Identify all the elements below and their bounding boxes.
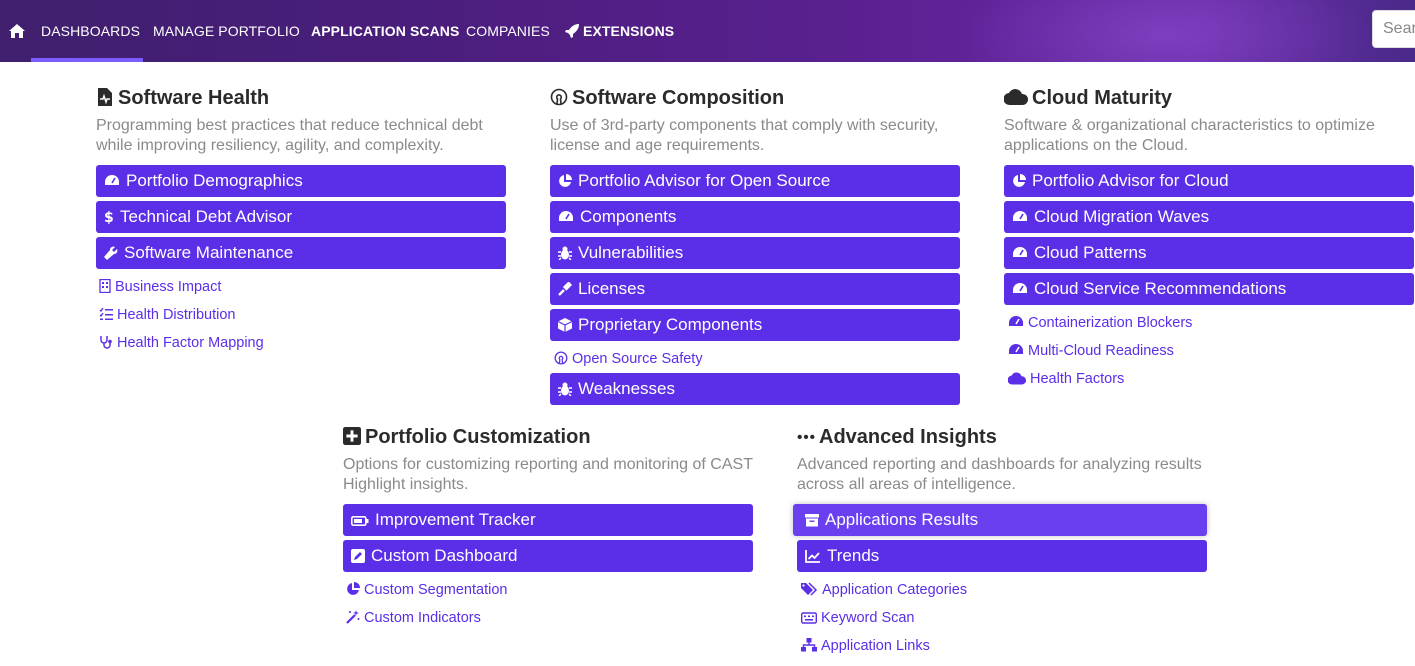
pie-chart-icon	[347, 582, 360, 595]
portfolio-advisor-cloud-button[interactable]: Portfolio Advisor for Cloud	[1004, 165, 1414, 197]
gauge-icon	[1013, 211, 1027, 221]
custom-segmentation-link[interactable]: Custom Segmentation	[346, 580, 507, 600]
edit-square-icon	[351, 549, 365, 563]
pie-chart-icon	[1013, 174, 1026, 187]
custom-dashboard-button[interactable]: Custom Dashboard	[343, 540, 753, 572]
nav-active-indicator	[31, 58, 143, 62]
trends-button[interactable]: Trends	[797, 540, 1207, 572]
svg-text:$: $	[104, 210, 114, 224]
cloud-icon	[1004, 89, 1028, 106]
gauge-icon	[105, 175, 119, 185]
gauge-icon	[1013, 247, 1027, 257]
gauge-icon	[1009, 316, 1023, 326]
multi-cloud-readiness-link[interactable]: Multi-Cloud Readiness	[1008, 341, 1174, 361]
wrench-icon	[104, 246, 118, 260]
home-icon[interactable]	[9, 0, 27, 62]
section-title: Cloud Maturity	[1004, 86, 1414, 110]
applications-results-button[interactable]: Applications Results	[793, 504, 1207, 536]
tags-icon	[801, 582, 818, 596]
magic-wand-icon	[346, 610, 360, 624]
keyword-scan-link[interactable]: Keyword Scan	[801, 608, 915, 628]
section-description: Software & organizational characteristic…	[1004, 117, 1375, 154]
line-chart-icon	[805, 550, 820, 563]
proprietary-components-button[interactable]: Proprietary Components	[550, 309, 960, 341]
top-navbar: DASHBOARDS MANAGE PORTFOLIO APPLICATION …	[0, 0, 1415, 62]
licenses-button[interactable]: Licenses	[550, 273, 960, 305]
section-title: Software Composition	[550, 86, 970, 110]
portfolio-advisor-open-source-button[interactable]: Portfolio Advisor for Open Source	[550, 165, 960, 197]
section-description: Options for customizing reporting and mo…	[343, 456, 753, 493]
cloud-patterns-button[interactable]: Cloud Patterns	[1004, 237, 1414, 269]
gavel-icon	[558, 282, 572, 296]
building-icon	[99, 279, 111, 293]
section-title: Portfolio Customization	[343, 425, 753, 449]
technical-debt-advisor-button[interactable]: $ Technical Debt Advisor	[96, 201, 506, 233]
cloud-migration-waves-button[interactable]: Cloud Migration Waves	[1004, 201, 1414, 233]
open-source-safety-link[interactable]: Open Source Safety	[554, 349, 703, 369]
nav-manage-portfolio[interactable]: MANAGE PORTFOLIO	[153, 0, 300, 62]
section-description: Advanced reporting and dashboards for an…	[797, 456, 1202, 493]
gauge-icon	[1009, 344, 1023, 354]
dollar-icon: $	[104, 210, 114, 224]
health-factor-mapping-link[interactable]: Health Factor Mapping	[99, 333, 264, 353]
gauge-icon	[559, 211, 573, 221]
navbar-glow	[955, 0, 1375, 62]
section-software-health: Software Health Programming best practic…	[96, 86, 516, 156]
portfolio-demographics-button[interactable]: Portfolio Demographics	[96, 165, 506, 197]
section-cloud-maturity: Cloud Maturity Software & organizational…	[1004, 86, 1414, 156]
section-software-composition: Software Composition Use of 3rd-party co…	[550, 86, 970, 156]
open-source-icon	[550, 88, 568, 106]
nav-extensions-label: EXTENSIONS	[583, 23, 675, 39]
vulnerabilities-button[interactable]: Vulnerabilities	[550, 237, 960, 269]
nav-companies[interactable]: COMPANIES	[466, 0, 550, 62]
nav-dashboards[interactable]: DASHBOARDS	[41, 0, 140, 62]
pie-chart-icon	[559, 174, 572, 187]
file-medical-icon	[98, 88, 112, 106]
bug-icon	[558, 382, 572, 396]
business-impact-link[interactable]: Business Impact	[99, 277, 221, 297]
ellipsis-icon	[797, 434, 815, 440]
section-title: Software Health	[96, 86, 516, 110]
improvement-tracker-button[interactable]: Improvement Tracker	[343, 504, 753, 536]
section-description: Programming best practices that reduce t…	[96, 117, 483, 154]
components-button[interactable]: Components	[550, 201, 960, 233]
section-description: Use of 3rd-party components that comply …	[550, 117, 939, 154]
cloud-service-recommendations-button[interactable]: Cloud Service Recommendations	[1004, 273, 1414, 305]
application-categories-link[interactable]: Application Categories	[801, 580, 967, 600]
section-advanced-insights: Advanced Insights Advanced reporting and…	[797, 425, 1207, 495]
containerization-blockers-link[interactable]: Containerization Blockers	[1008, 313, 1192, 333]
application-links-link[interactable]: Application Links	[801, 636, 930, 656]
gauge-icon	[1013, 283, 1027, 293]
nav-application-scans[interactable]: APPLICATION SCANS	[311, 0, 459, 62]
nav-extensions[interactable]: EXTENSIONS	[565, 0, 674, 62]
archive-icon	[805, 514, 819, 527]
custom-indicators-link[interactable]: Custom Indicators	[346, 608, 481, 628]
list-check-icon	[99, 307, 113, 320]
rocket-icon	[565, 24, 579, 38]
open-source-icon	[554, 351, 568, 365]
section-title: Advanced Insights	[797, 425, 1207, 449]
bug-icon	[558, 246, 572, 260]
software-maintenance-button[interactable]: Software Maintenance	[96, 237, 506, 269]
cube-icon	[558, 318, 572, 332]
weaknesses-button[interactable]: Weaknesses	[550, 373, 960, 405]
battery-icon	[351, 515, 369, 526]
stethoscope-icon	[100, 336, 112, 349]
plus-square-icon	[343, 427, 361, 445]
search-input[interactable]: Search	[1372, 10, 1415, 48]
keyboard-icon	[801, 612, 817, 624]
cloud-icon	[1008, 372, 1026, 385]
health-distribution-link[interactable]: Health Distribution	[99, 305, 235, 325]
section-portfolio-customization: Portfolio Customization Options for cust…	[343, 425, 753, 495]
health-factors-link[interactable]: Health Factors	[1008, 369, 1124, 389]
network-icon	[801, 638, 817, 652]
